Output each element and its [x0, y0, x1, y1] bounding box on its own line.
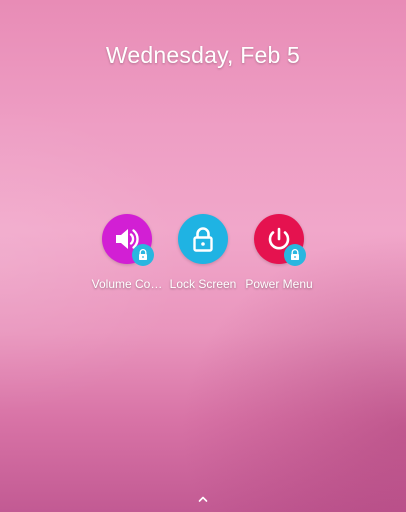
shortcut-power-menu[interactable]: Power Menu	[237, 214, 321, 291]
shortcut-label: Volume Co…	[91, 277, 163, 291]
lock-badge	[284, 244, 306, 266]
shortcut-label: Power Menu	[245, 277, 313, 291]
shortcut-label: Lock Screen	[169, 277, 237, 291]
date-text: Wednesday, Feb 5	[105, 42, 301, 68]
small-lock-icon	[139, 249, 147, 260]
volume-shortcut-circle[interactable]	[102, 214, 154, 266]
shortcut-lock-screen[interactable]: Lock Screen	[161, 214, 245, 291]
power-shortcut-circle[interactable]	[254, 214, 306, 266]
chevron-up-icon[interactable]	[197, 494, 209, 504]
small-lock-icon	[291, 249, 299, 260]
lock-icon	[193, 227, 213, 252]
shortcut-volume-control[interactable]: Volume Co…	[85, 214, 169, 291]
lock-badge	[132, 244, 154, 266]
lock-screen-shortcut-circle[interactable]	[178, 214, 228, 264]
